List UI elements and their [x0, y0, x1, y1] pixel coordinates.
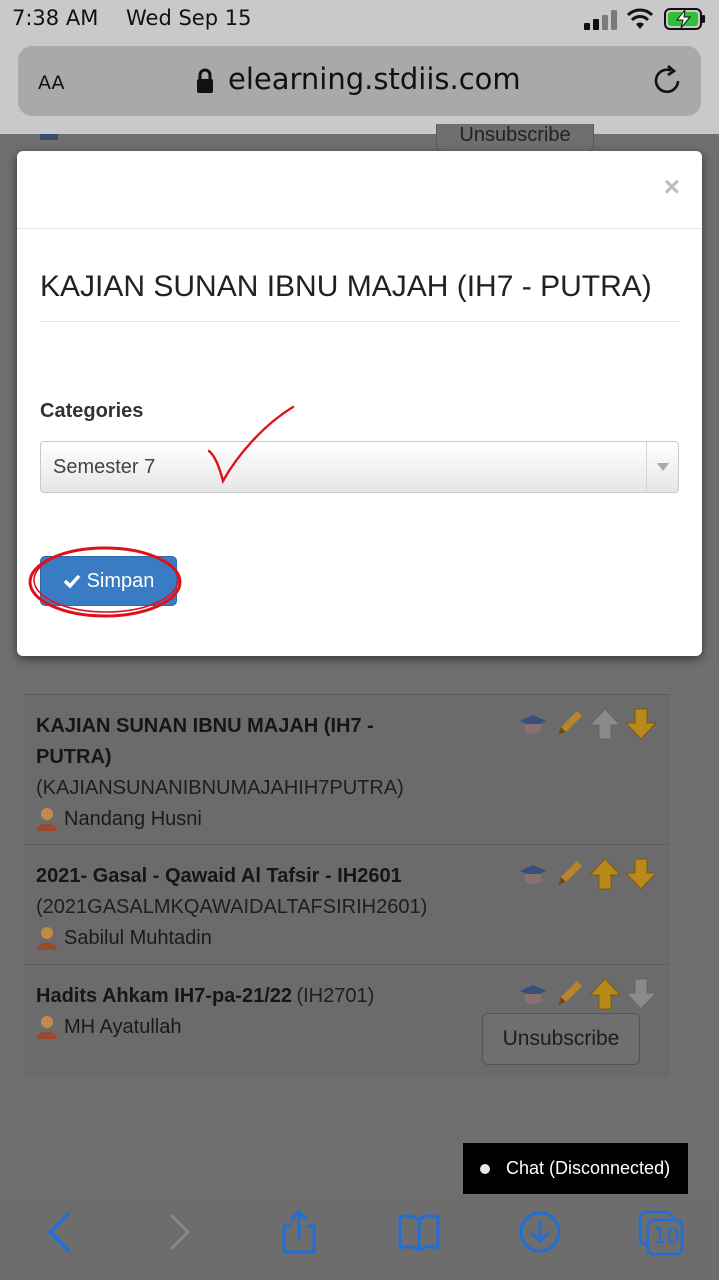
chat-label: Chat (Disconnected) [506, 1158, 671, 1178]
user-icon [37, 808, 57, 831]
modal-header: × [17, 151, 702, 229]
move-down-arrow-icon[interactable] [624, 857, 658, 891]
course-icon-partial [40, 134, 58, 140]
reload-icon[interactable] [650, 64, 684, 98]
unsubscribe-button[interactable]: Unsubscribe [482, 1013, 640, 1065]
course-code: (IH2701) [296, 985, 375, 1007]
move-up-arrow-icon[interactable] [588, 857, 622, 891]
course-title[interactable]: KAJIAN SUNAN IBNU MAJAH (IH7 - PUTRA) [36, 715, 374, 768]
course-actions [516, 857, 658, 891]
move-up-arrow-icon[interactable] [588, 707, 622, 741]
graduation-cap-icon[interactable] [516, 857, 550, 891]
download-icon[interactable] [518, 1210, 562, 1254]
share-icon[interactable] [277, 1210, 321, 1254]
close-icon[interactable]: × [664, 173, 680, 201]
teacher-name: MH Ayatullah [64, 1016, 182, 1038]
move-up-arrow-icon[interactable] [588, 977, 622, 1011]
bookmarks-book-icon[interactable] [397, 1210, 441, 1254]
tab-count: 10 [653, 1224, 680, 1248]
user-icon [37, 927, 57, 950]
text-size-button[interactable]: AA [38, 66, 65, 96]
graduation-cap-icon[interactable] [516, 977, 550, 1011]
move-down-arrow-icon[interactable] [624, 977, 658, 1011]
course-code: (2021GASALMKQAWAIDALTAFSIRIH2601) [36, 896, 428, 918]
battery-charging-icon [664, 8, 705, 30]
edit-pencil-icon[interactable] [552, 707, 586, 741]
user-icon [37, 1016, 57, 1039]
unsubscribe-button-top[interactable]: Unsubscribe [436, 124, 594, 152]
forward-chevron-icon[interactable] [158, 1210, 202, 1254]
circle-annotation-icon [28, 546, 182, 618]
status-time: 7:38 AM [12, 6, 99, 30]
url-text[interactable]: elearning.stdiis.com [228, 62, 521, 96]
course-item: 2021- Gasal - Qawaid Al Tafsir - IH2601 … [24, 844, 670, 964]
course-actions [516, 707, 658, 741]
teacher-name: Sabilul Muhtadin [64, 927, 212, 949]
teacher-name: Nandang Husni [64, 808, 202, 830]
cellular-signal-icon [584, 10, 617, 30]
browser-address-area: AA elearning.stdiis.com [0, 40, 719, 134]
move-down-arrow-icon[interactable] [624, 707, 658, 741]
course-list: KAJIAN SUNAN IBNU MAJAH (IH7 - PUTRA) (K… [24, 694, 670, 1078]
course-code: (KAJIANSUNANIBNUMAJAHIH7PUTRA) [36, 777, 404, 799]
back-chevron-icon[interactable] [38, 1210, 82, 1254]
edit-course-modal: × KAJIAN SUNAN IBNU MAJAH (IH7 - PUTRA) … [17, 151, 702, 656]
chat-status-dot [480, 1163, 490, 1174]
teacher-row: Nandang Husni [36, 804, 658, 834]
course-item: KAJIAN SUNAN IBNU MAJAH (IH7 - PUTRA) (K… [24, 694, 670, 844]
checkmark-annotation-icon [207, 405, 295, 485]
teacher-row: Sabilul Muhtadin [36, 923, 658, 953]
wifi-icon [626, 8, 654, 29]
course-actions [516, 977, 658, 1011]
lock-icon [197, 68, 213, 93]
course-item: Hadits Ahkam IH7-pa-21/22 (IH2701) MH Ay… [24, 964, 670, 1078]
course-title[interactable]: 2021- Gasal - Qawaid Al Tafsir - IH2601 [36, 865, 402, 887]
address-bar[interactable]: AA elearning.stdiis.com [18, 46, 701, 116]
category-selected-value: Semester 7 [53, 456, 156, 478]
categories-label: Categories [40, 400, 144, 422]
status-bar: 7:38 AM Wed Sep 15 [0, 0, 719, 40]
modal-title: KAJIAN SUNAN IBNU MAJAH (IH7 - PUTRA) [40, 259, 680, 322]
edit-pencil-icon[interactable] [552, 977, 586, 1011]
chat-widget[interactable]: Chat (Disconnected) [463, 1143, 688, 1194]
graduation-cap-icon[interactable] [516, 707, 550, 741]
browser-toolbar: 10 [0, 1196, 719, 1280]
chevron-down-icon [646, 442, 678, 492]
course-title[interactable]: Hadits Ahkam IH7-pa-21/22 [36, 985, 292, 1007]
status-date: Wed Sep 15 [126, 6, 252, 30]
edit-pencil-icon[interactable] [552, 857, 586, 891]
tabs-icon[interactable]: 10 [638, 1210, 684, 1256]
category-select[interactable]: Semester 7 [40, 441, 679, 493]
